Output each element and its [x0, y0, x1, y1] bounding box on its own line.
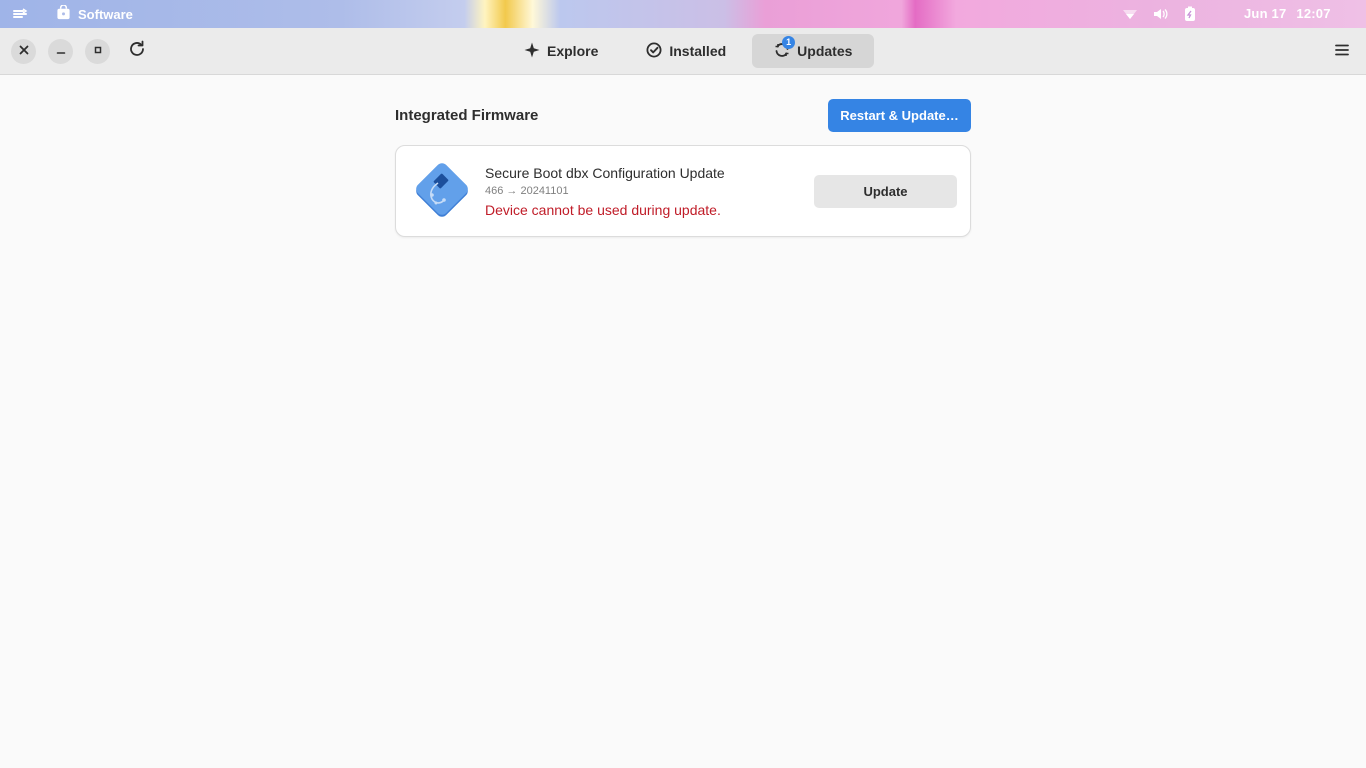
close-button[interactable] — [11, 39, 36, 64]
firmware-update-row: Secure Boot dbx Configuration Update 466… — [395, 145, 971, 237]
firmware-chip-icon — [410, 159, 474, 223]
top-bar: Software Jun 17 12:07 — [0, 0, 1366, 28]
refresh-button[interactable] — [124, 38, 150, 64]
firmware-version: 466 → 20241101 — [485, 185, 569, 197]
explore-icon — [524, 42, 540, 61]
system-tray[interactable] — [1122, 6, 1198, 25]
volume-icon[interactable] — [1152, 6, 1168, 25]
app-indicator[interactable]: Software — [56, 4, 133, 23]
refresh-icon — [128, 40, 146, 63]
section-title: Integrated Firmware — [395, 107, 539, 124]
tab-explore[interactable]: Explore — [502, 34, 620, 68]
minimize-icon — [55, 43, 67, 61]
close-icon — [18, 43, 30, 61]
header-bar: Explore Installed 1 Updates — [0, 28, 1366, 75]
tab-installed[interactable]: Installed — [624, 34, 748, 68]
updates-count-badge: 1 — [782, 36, 796, 49]
minimize-button[interactable] — [48, 39, 73, 64]
restart-update-button[interactable]: Restart & Update… — [828, 99, 971, 132]
tab-label: Explore — [547, 43, 599, 59]
tab-label: Updates — [797, 43, 853, 59]
installed-check-icon — [646, 42, 662, 61]
view-switcher: Explore Installed 1 Updates — [502, 34, 875, 68]
update-button[interactable]: Update — [814, 175, 957, 208]
firmware-warning: Device cannot be used during update. — [485, 202, 721, 218]
firmware-name: Secure Boot dbx Configuration Update — [485, 165, 725, 181]
maximize-button[interactable] — [85, 39, 110, 64]
clock-date: Jun 17 — [1244, 6, 1287, 21]
battery-icon[interactable] — [1182, 6, 1198, 25]
tab-updates[interactable]: 1 Updates — [752, 34, 875, 68]
hamburger-menu-icon — [1334, 42, 1350, 63]
tab-label: Installed — [669, 43, 727, 59]
clock-time: 12:07 — [1296, 6, 1331, 21]
activities-icon[interactable] — [12, 6, 28, 22]
clock[interactable]: Jun 17 12:07 — [1244, 6, 1331, 21]
software-app-icon — [56, 4, 71, 23]
maximize-icon — [92, 43, 104, 61]
app-name: Software — [78, 6, 133, 22]
main-menu-button[interactable] — [1330, 41, 1354, 63]
network-icon[interactable] — [1122, 6, 1138, 25]
